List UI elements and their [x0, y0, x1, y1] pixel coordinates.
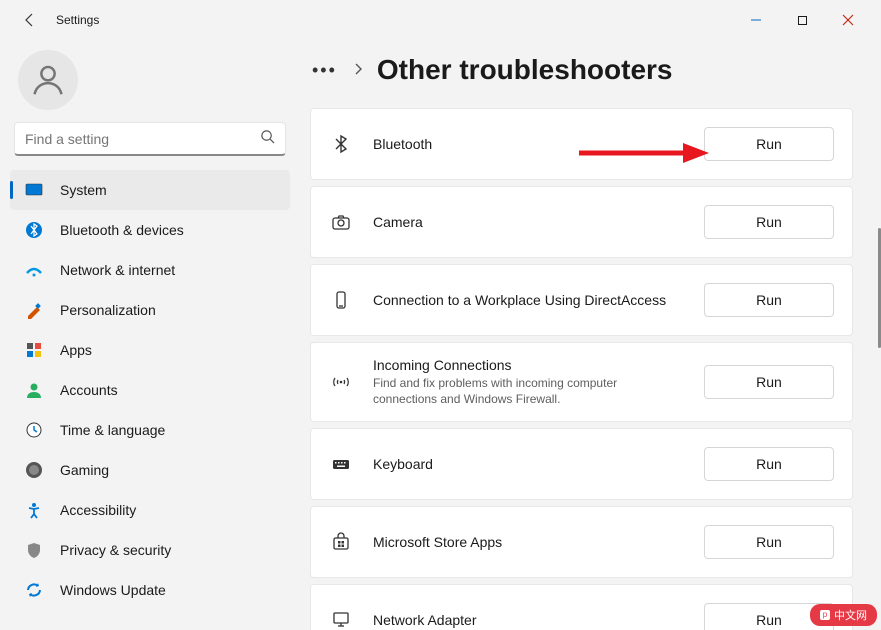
app-title: Settings — [56, 13, 99, 27]
nav-item-update[interactable]: Windows Update — [10, 570, 290, 610]
sidebar: System Bluetooth & devices Network & int… — [0, 40, 300, 630]
nav-item-bluetooth[interactable]: Bluetooth & devices — [10, 210, 290, 250]
troubleshooter-title: Camera — [373, 214, 684, 230]
breadcrumb-ellipsis[interactable]: ••• — [310, 56, 339, 85]
nav-label: Privacy & security — [60, 542, 171, 558]
nav-label: Network & internet — [60, 262, 175, 278]
run-button-workplace[interactable]: Run — [704, 283, 834, 317]
network-icon — [24, 260, 44, 280]
nav-item-time[interactable]: Time & language — [10, 410, 290, 450]
troubleshooter-keyboard: Keyboard Run — [310, 428, 853, 500]
troubleshooter-bluetooth: Bluetooth Run — [310, 108, 853, 180]
breadcrumb: ••• Other troubleshooters — [310, 54, 853, 86]
search-icon — [260, 129, 275, 149]
nav-item-accounts[interactable]: Accounts — [10, 370, 290, 410]
run-button-incoming[interactable]: Run — [704, 365, 834, 399]
accounts-icon — [24, 380, 44, 400]
gaming-icon — [24, 460, 44, 480]
close-button[interactable] — [825, 4, 871, 36]
nav-item-personalization[interactable]: Personalization — [10, 290, 290, 330]
nav-label: Bluetooth & devices — [60, 222, 184, 238]
troubleshooter-title: Connection to a Workplace Using DirectAc… — [373, 292, 684, 308]
apps-icon — [24, 340, 44, 360]
nav-label: Time & language — [60, 422, 165, 438]
maximize-button[interactable] — [779, 4, 825, 36]
monitor-icon — [329, 608, 353, 630]
signal-icon — [329, 370, 353, 394]
troubleshooter-title: Incoming Connections — [373, 357, 684, 373]
troubleshooter-workplace: Connection to a Workplace Using DirectAc… — [310, 264, 853, 336]
troubleshooter-subtitle: Find and fix problems with incoming comp… — [373, 375, 684, 407]
nav-label: Accessibility — [60, 502, 136, 518]
window-controls — [733, 4, 871, 36]
troubleshooter-title: Keyboard — [373, 456, 684, 472]
nav-item-system[interactable]: System — [10, 170, 290, 210]
keyboard-icon — [329, 452, 353, 476]
nav-label: Apps — [60, 342, 92, 358]
troubleshooter-title: Microsoft Store Apps — [373, 534, 684, 550]
troubleshooter-network: Network Adapter Run — [310, 584, 853, 630]
bluetooth-icon — [24, 220, 44, 240]
back-button[interactable] — [10, 0, 50, 40]
run-button-keyboard[interactable]: Run — [704, 447, 834, 481]
avatar[interactable] — [18, 50, 78, 110]
troubleshooter-title: Network Adapter — [373, 612, 684, 628]
nav-item-network[interactable]: Network & internet — [10, 250, 290, 290]
update-icon — [24, 580, 44, 600]
privacy-icon — [24, 540, 44, 560]
chevron-right-icon — [353, 62, 363, 79]
nav-label: System — [60, 182, 107, 198]
personalization-icon — [24, 300, 44, 320]
page-title: Other troubleshooters — [377, 54, 673, 86]
watermark: p 中文网 — [810, 604, 877, 626]
troubleshooter-incoming: Incoming Connections Find and fix proble… — [310, 342, 853, 422]
run-button-bluetooth[interactable]: Run — [704, 127, 834, 161]
nav-item-privacy[interactable]: Privacy & security — [10, 530, 290, 570]
main-content: ••• Other troubleshooters Bluetooth Run … — [300, 40, 881, 630]
camera-icon — [329, 210, 353, 234]
nav-item-accessibility[interactable]: Accessibility — [10, 490, 290, 530]
search-input[interactable] — [25, 131, 260, 147]
nav-label: Windows Update — [60, 582, 166, 598]
minimize-button[interactable] — [733, 4, 779, 36]
nav-item-gaming[interactable]: Gaming — [10, 450, 290, 490]
nav-item-apps[interactable]: Apps — [10, 330, 290, 370]
run-button-camera[interactable]: Run — [704, 205, 834, 239]
troubleshooter-title: Bluetooth — [373, 136, 684, 152]
mobile-icon — [329, 288, 353, 312]
troubleshooter-camera: Camera Run — [310, 186, 853, 258]
run-button-store[interactable]: Run — [704, 525, 834, 559]
titlebar: Settings — [0, 0, 881, 40]
bluetooth-icon — [329, 132, 353, 156]
nav-label: Gaming — [60, 462, 109, 478]
system-icon — [24, 180, 44, 200]
nav-label: Accounts — [60, 382, 118, 398]
accessibility-icon — [24, 500, 44, 520]
nav-label: Personalization — [60, 302, 156, 318]
time-icon — [24, 420, 44, 440]
watermark-text: 中文网 — [834, 607, 867, 623]
search-box[interactable] — [14, 122, 286, 156]
nav-list: System Bluetooth & devices Network & int… — [10, 170, 290, 610]
troubleshooter-store: Microsoft Store Apps Run — [310, 506, 853, 578]
store-icon — [329, 530, 353, 554]
